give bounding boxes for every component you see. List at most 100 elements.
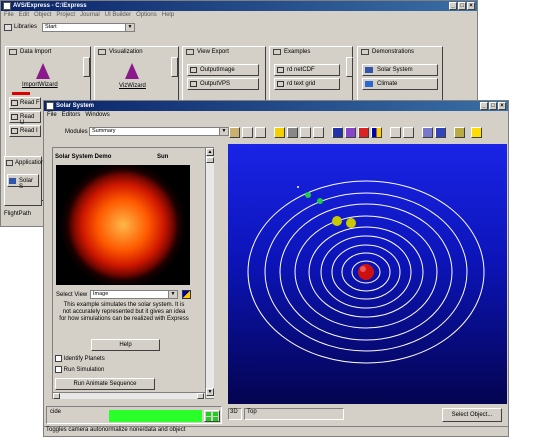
solar-title: Solar System [56,103,95,109]
screen-icon[interactable] [287,127,298,138]
color-swatch-icon[interactable] [371,127,382,138]
applications-panel: Applications Solar S [4,156,47,206]
panel-examples: Examples rd netCDF rd text grid [269,46,353,101]
solar-s-item[interactable]: Solar S [7,174,39,190]
scroll-up-button[interactable]: ▲ [206,148,214,156]
scrollbar[interactable] [346,57,353,77]
menu-file[interactable]: File [47,111,57,120]
color-icon[interactable] [182,290,191,299]
lightning-icon[interactable] [471,127,482,138]
green-led-icon [213,412,218,416]
scrollbar[interactable] [171,57,178,77]
run-animate-button[interactable]: Run Animate Sequence [55,378,155,390]
purple-shade-icon[interactable] [345,127,356,138]
chevron-down-icon: ▼ [125,24,134,31]
scrollbar[interactable] [83,57,90,77]
select-object-button[interactable]: Select Object... [442,408,502,422]
run-simulation-checkbox[interactable] [55,366,62,373]
flightpath-label: FlightPath [4,211,32,217]
menu-object[interactable]: Object [34,11,51,20]
list-icon[interactable] [403,127,414,138]
solar-system-item[interactable]: Solar System [362,64,438,76]
libraries-select[interactable]: Start ▼ [42,23,135,32]
menu-project[interactable]: Project [56,11,75,20]
maximize-button[interactable]: □ [489,102,497,110]
menu-journal[interactable]: Journal [80,11,100,20]
scroll-thumb[interactable] [206,157,214,163]
blue-shade-icon[interactable] [332,127,343,138]
vertical-scrollbar[interactable]: ▲ ▼ [205,148,214,398]
read-f-item[interactable]: Read F [9,97,41,109]
scroll-right-button[interactable] [197,393,204,399]
sun-highlight [360,266,366,272]
person-icon[interactable] [255,127,266,138]
identify-planets-label: Identify Planets [63,356,105,363]
panel-label: View Export [197,49,229,55]
main-title: AVS/Express - C:\Express [13,3,87,9]
viz-wizard-icon[interactable]: VizWizard [105,61,165,95]
horizontal-scrollbar[interactable] [53,392,205,399]
menu-help[interactable]: Help [162,11,174,20]
view-name: Top [247,409,257,415]
gear-icon[interactable] [454,127,465,138]
scroll-left-button[interactable] [53,393,60,399]
green-led-icon [206,417,211,421]
minimize-button[interactable]: _ [449,2,457,10]
output-image-item[interactable]: OutputImage [187,64,259,76]
maximize-button[interactable]: □ [458,2,466,10]
menu-ui-builder[interactable]: UI Builder [105,11,131,20]
progress-bar [109,410,202,422]
axes-icon[interactable] [300,127,311,138]
output-vps-item[interactable]: OutputVPS [187,78,259,90]
globe-icon[interactable] [422,127,433,138]
panel-label: Visualization [109,49,143,55]
console-text: cide [50,409,62,415]
rd-text-grid-item[interactable]: rd text grid [274,78,340,90]
folder-icon [273,49,281,55]
app-icon [46,102,54,110]
close-button[interactable]: × [467,2,475,10]
window-icon[interactable] [435,127,446,138]
rd-netcdf-item[interactable]: rd netCDF [274,64,340,76]
libraries-value: Start [45,24,57,30]
lightbulb-icon[interactable] [274,127,285,138]
solar-s-label: Solar S [19,178,34,190]
main-menubar: File Edit Object Project Journal UI Buil… [1,11,477,20]
select-view-dropdown[interactable]: Image ▼ [90,290,178,299]
menu-editors[interactable]: Editors [62,111,81,120]
menu-windows[interactable]: Windows [85,111,109,120]
grid-icon[interactable] [390,127,401,138]
console-toggle-button[interactable] [204,410,220,422]
modules-select[interactable]: Summary ▼ [89,127,229,136]
chevron-down-icon: ▼ [168,291,177,298]
panel-demonstrations: Demonstrations Solar System Climate [357,46,443,101]
menu-file[interactable]: File [4,11,14,20]
transform-icon[interactable] [313,127,324,138]
minimize-button[interactable]: _ [480,102,488,110]
planet-pluto [297,186,299,188]
select-view-value: Image [93,291,109,297]
solar-system-scene [247,180,485,364]
read-i-item[interactable]: Read I [9,125,41,137]
module-icon [11,128,18,134]
tile-icon[interactable] [242,127,253,138]
import-wizard-icon[interactable]: ImportWizard [16,61,76,91]
climate-item[interactable]: Climate [362,78,438,90]
scroll-down-button[interactable]: ▼ [206,388,214,396]
read-u-item[interactable]: Read U [9,111,41,126]
green-led-icon [213,417,218,421]
menu-edit[interactable]: Edit [19,11,29,20]
viewport-3d[interactable] [228,144,507,404]
view-name-field: Top [244,408,344,420]
wizard-hat-icon [36,63,50,79]
close-button[interactable]: × [498,102,506,110]
identify-planets-checkbox[interactable] [55,355,62,362]
camera-icon[interactable] [229,127,240,138]
viewer-toolbar [227,125,509,141]
red-shade-icon[interactable] [358,127,369,138]
console-area[interactable]: cide [46,406,222,424]
help-button[interactable]: Help [91,339,160,351]
planet-jupiter [332,216,342,226]
menu-options[interactable]: Options [136,11,157,20]
folder-icon [9,49,17,55]
